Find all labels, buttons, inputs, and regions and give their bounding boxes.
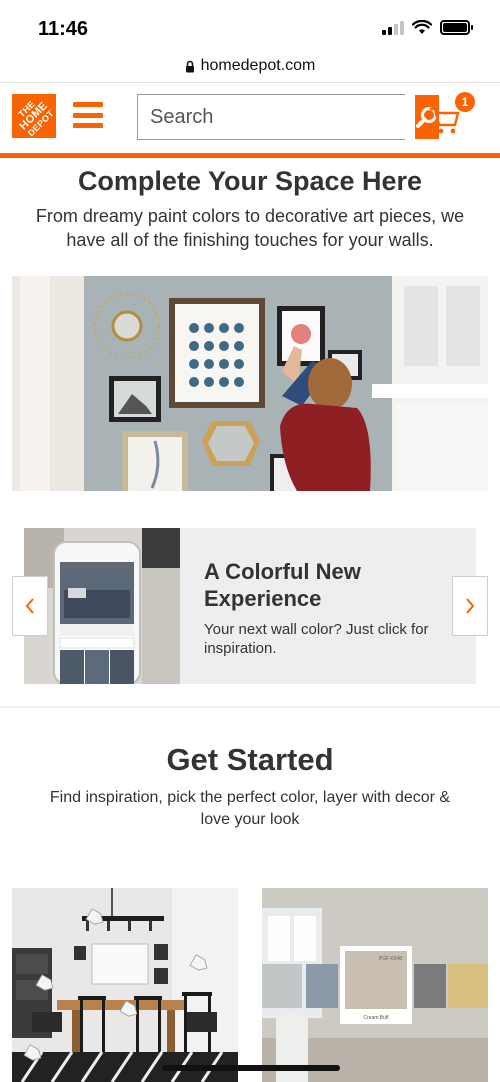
hero-image[interactable] [12,276,488,491]
search-input[interactable] [138,95,415,139]
get-started-subtitle: Find inspiration, pick the perfect color… [49,789,451,828]
url-domain: homedepot.com [200,57,316,74]
chevron-right-icon [466,598,475,614]
paint-swatch-tile[interactable]: PGF-6048 Cream Buff [262,888,488,1082]
signal-icon [382,20,404,35]
dining-room-tile[interactable] [12,888,238,1082]
section-divider [0,706,500,708]
hero-title: Complete Your Space Here [77,166,423,196]
get-started-title: Get Started [166,742,334,777]
swatch-code: PGF-6048 [379,956,402,962]
carousel-slide[interactable]: A Colorful New Experience Your next wall… [24,528,476,684]
status-time: 11:46 [38,18,89,40]
carousel-prev-button[interactable] [12,576,48,636]
home-indicator[interactable] [162,1065,340,1071]
cart-count-badge: 1 [455,92,475,112]
cart-button[interactable]: 1 [428,92,478,135]
header-rule [0,153,500,158]
menu-icon[interactable] [73,100,103,130]
swatch-name: Cream Buff [363,1015,389,1021]
search-box [137,94,439,140]
carousel-title: A Colorful New Experience [204,559,361,611]
lock-icon [185,60,194,72]
wifi-icon [412,20,432,34]
status-bar: 11:46 [0,0,500,50]
chevron-left-icon [25,598,34,614]
battery-icon [440,20,473,35]
url-bar[interactable]: homedepot.com [0,52,500,80]
carousel-next-button[interactable] [452,576,488,636]
site-header: THE HOME DEPOT 1 [0,83,500,153]
hero-subtitle: From dreamy paint colors to decorative a… [35,206,465,250]
carousel-text: Your next wall color? Just click for ins… [204,621,429,657]
home-depot-logo[interactable]: THE HOME DEPOT [12,94,56,138]
status-icons [382,20,473,35]
